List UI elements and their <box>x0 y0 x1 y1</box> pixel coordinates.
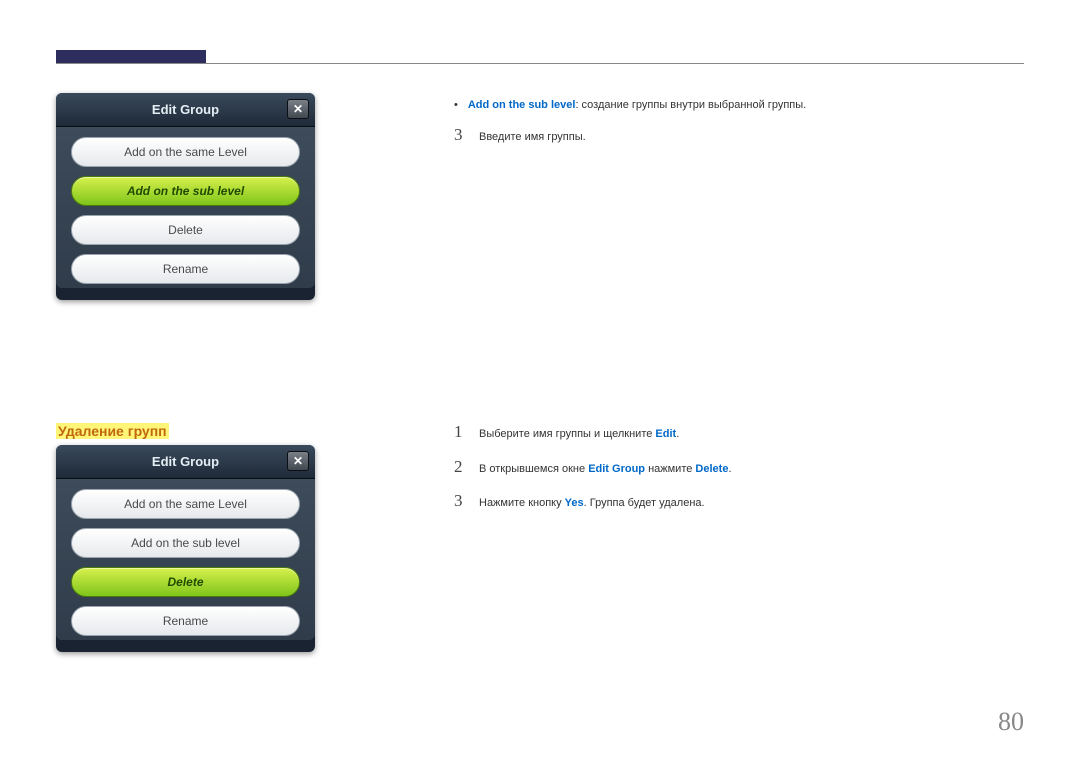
body-text: Выберите имя группы и щелкните <box>479 428 655 440</box>
content-block-top: • Add on the sub level: создание группы в… <box>454 98 1020 160</box>
dialog-title: Edit Group <box>152 454 219 469</box>
body-text: . Группа будет удалена. <box>584 497 705 509</box>
body-text: нажмите <box>645 463 695 475</box>
step-item: 3 Нажмите кнопку Yes. Группа будет удален… <box>454 491 1020 512</box>
highlighted-term: Yes <box>565 497 584 509</box>
step-text: Введите имя группы. <box>479 129 586 146</box>
step-text: В открывшемся окне Edit Group нажмите De… <box>479 461 732 478</box>
step-item: 2 В открывшемся окне Edit Group нажмите D… <box>454 457 1020 478</box>
edit-group-dialog-2: Edit Group ✕ Add on the same LevelAdd on… <box>56 445 315 652</box>
step-number: 2 <box>454 457 464 477</box>
menu-item[interactable]: Rename <box>71 254 300 284</box>
menu-item[interactable]: Add on the same Level <box>71 489 300 519</box>
bullet-text: Add on the sub level: создание группы вн… <box>468 98 806 113</box>
step-number: 3 <box>454 125 464 145</box>
page-number: 80 <box>998 707 1024 737</box>
step-text: Выберите имя группы и щелкните Edit. <box>479 426 679 443</box>
header-accent-bar <box>56 50 206 63</box>
step-text: Нажмите кнопку Yes. Группа будет удалена… <box>479 495 705 512</box>
highlighted-term: Edit <box>655 428 676 440</box>
menu-item[interactable]: Add on the sub level <box>71 528 300 558</box>
body-text: Введите имя группы. <box>479 131 586 143</box>
bullet-icon: • <box>454 98 458 113</box>
body-text: . <box>728 463 731 475</box>
bullet-item: • Add on the sub level: создание группы в… <box>454 98 1020 113</box>
menu-item[interactable]: Delete <box>71 567 300 597</box>
section-heading: Удаление групп <box>56 423 169 439</box>
menu-item[interactable]: Delete <box>71 215 300 245</box>
menu-item[interactable]: Rename <box>71 606 300 636</box>
close-icon: ✕ <box>293 454 303 468</box>
highlighted-term: Add on the sub level <box>468 99 576 111</box>
step-item: 3 Введите имя группы. <box>454 125 1020 146</box>
highlighted-term: Edit Group <box>588 463 645 475</box>
dialog-body: Add on the same Level Add on the sub leve… <box>56 479 315 640</box>
body-text: . <box>676 428 679 440</box>
body-text: В открывшемся окне <box>479 463 588 475</box>
dialog-body: Add on the same Level Add on the sub leve… <box>56 127 315 288</box>
step-number: 1 <box>454 422 464 442</box>
dialog-title: Edit Group <box>152 102 219 117</box>
edit-group-dialog-1: Edit Group ✕ Add on the same LevelAdd on… <box>56 93 315 300</box>
step-number: 3 <box>454 491 464 511</box>
close-icon: ✕ <box>293 102 303 116</box>
menu-item[interactable]: Add on the sub level <box>71 176 300 206</box>
content-block-bottom: 1 Выберите имя группы и щелкните Edit. 2 В … <box>454 422 1020 526</box>
menu-item[interactable]: Add on the same Level <box>71 137 300 167</box>
header-divider <box>56 63 1024 64</box>
step-item: 1 Выберите имя группы и щелкните Edit. <box>454 422 1020 443</box>
highlighted-term: Delete <box>695 463 728 475</box>
body-text: : создание группы внутри выбранной групп… <box>575 99 806 111</box>
close-button[interactable]: ✕ <box>287 451 309 471</box>
dialog-titlebar: Edit Group ✕ <box>56 445 315 479</box>
close-button[interactable]: ✕ <box>287 99 309 119</box>
body-text: Нажмите кнопку <box>479 497 565 509</box>
dialog-titlebar: Edit Group ✕ <box>56 93 315 127</box>
